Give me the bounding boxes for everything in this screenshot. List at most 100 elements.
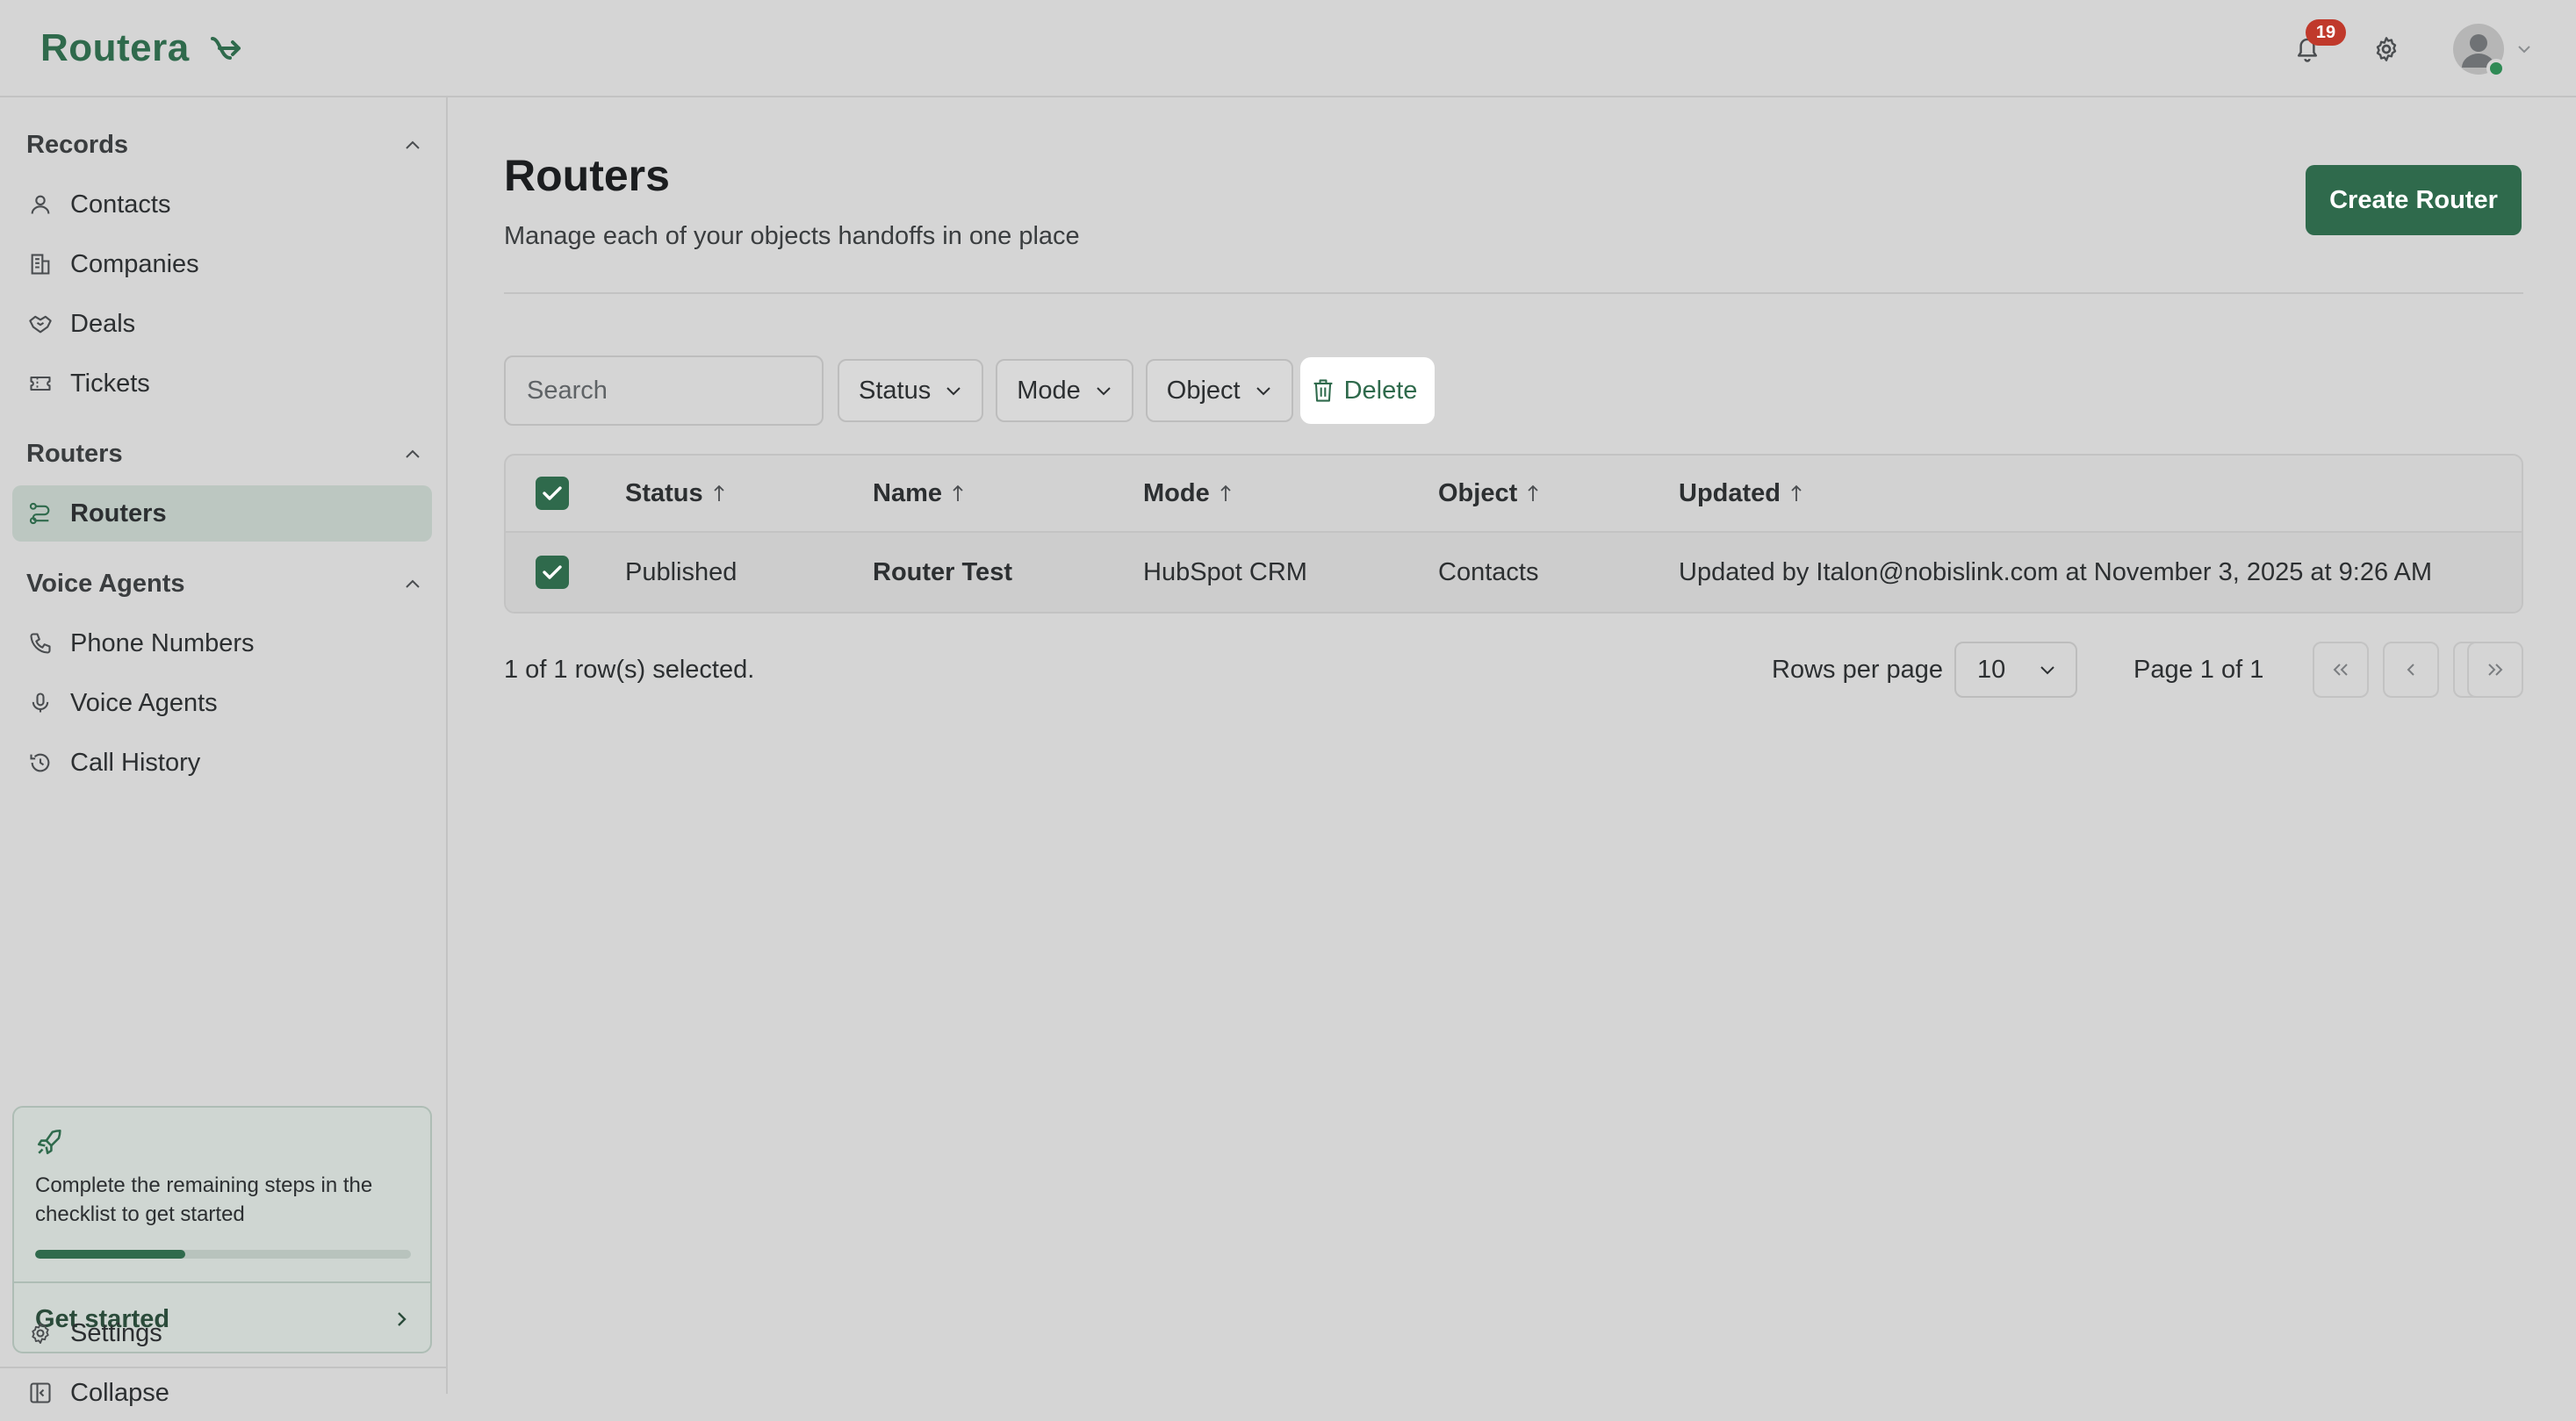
row-name-link[interactable]: Router Test <box>873 533 1012 612</box>
mode-filter-label: Mode <box>1017 376 1081 405</box>
table-row[interactable]: Published Router Test HubSpot CRM Contac… <box>506 533 2522 612</box>
page-subtitle: Manage each of your objects handoffs in … <box>504 222 1080 250</box>
last-page-button[interactable] <box>2467 642 2523 698</box>
checklist-message: Complete the remaining steps in the chec… <box>35 1173 373 1226</box>
sidebar-item-companies[interactable]: Companies <box>12 236 432 292</box>
online-status-dot <box>2486 59 2506 78</box>
first-page-button[interactable] <box>2313 642 2369 698</box>
chevrons-right-icon <box>2488 664 2503 676</box>
page-title: Routers <box>504 151 670 200</box>
delete-button[interactable]: Delete <box>1299 357 1436 424</box>
row-checkbox[interactable] <box>536 533 569 612</box>
chevron-down-icon <box>1256 387 1270 396</box>
column-updated-label: Updated <box>1679 478 1781 507</box>
sidebar-item-tickets[interactable]: Tickets <box>12 355 432 412</box>
routing-arrow-icon <box>210 37 241 60</box>
notifications-button[interactable]: 19 <box>2281 19 2346 75</box>
column-header-name[interactable]: Name <box>873 456 965 531</box>
chevron-up-icon <box>406 449 420 458</box>
page-info: Page 1 of 1 <box>2133 655 2264 684</box>
sort-arrow-up-icon <box>953 484 963 501</box>
row-status: Published <box>625 557 738 586</box>
header-divider <box>504 292 2523 294</box>
column-header-object[interactable]: Object <box>1438 456 1540 531</box>
column-header-status[interactable]: Status <box>625 456 726 531</box>
trash-icon <box>1313 379 1332 402</box>
column-name-label: Name <box>873 478 942 507</box>
table-header-row: Status Name Mode Object Updated <box>506 456 2522 533</box>
route-icon <box>26 499 54 527</box>
row-object: Contacts <box>1438 557 1539 586</box>
notification-count-badge: 19 <box>2306 19 2346 46</box>
rows-per-page-select[interactable]: 10 <box>1954 642 2077 698</box>
sidebar-item-label: Settings <box>70 1318 162 1347</box>
table-toolbar: Search Status Mode Object Delete <box>504 355 1436 426</box>
user-menu[interactable] <box>2453 24 2532 78</box>
sidebar-item-routers[interactable]: Routers <box>12 485 432 542</box>
chevron-down-icon <box>946 387 961 396</box>
column-header-mode[interactable]: Mode <box>1143 456 1233 531</box>
rows-per-page-label: Rows per page <box>1772 655 1944 684</box>
sidebar-item-call-history[interactable]: Call History <box>12 735 432 791</box>
selection-count: 1 of 1 row(s) selected. <box>504 655 755 684</box>
search-placeholder: Search <box>527 376 608 405</box>
section-voice-agents[interactable]: Voice Agents <box>26 566 421 601</box>
sidebar-item-settings[interactable]: Settings <box>12 1305 432 1361</box>
settings-button[interactable] <box>2360 23 2413 75</box>
gear-icon <box>2376 37 2397 61</box>
sidebar-item-label: Tickets <box>70 369 150 398</box>
sidebar-item-label: Phone Numbers <box>70 628 255 657</box>
create-router-button[interactable]: Create Router <box>2306 165 2522 235</box>
row-updated: Updated by Italon@nobislink.com at Novem… <box>1679 557 2433 586</box>
search-input[interactable]: Search <box>504 355 824 426</box>
status-filter-dropdown[interactable]: Status <box>838 359 984 422</box>
logo[interactable]: Routera <box>40 23 244 74</box>
chevron-left-icon <box>2407 664 2414 676</box>
chevron-up-icon <box>406 579 420 588</box>
section-routers[interactable]: Routers <box>26 436 421 471</box>
building-icon <box>26 250 54 278</box>
sidebar-item-label: Companies <box>70 249 199 278</box>
sort-arrow-up-icon <box>1220 484 1231 501</box>
checklist-progress-fill <box>35 1250 186 1259</box>
checkmark-icon <box>543 486 562 500</box>
chevron-up-icon <box>406 140 420 149</box>
chevron-down-icon <box>1097 387 1111 396</box>
object-filter-dropdown[interactable]: Object <box>1145 359 1293 422</box>
sidebar-item-contacts[interactable]: Contacts <box>12 176 432 233</box>
handshake-icon <box>26 310 54 338</box>
sort-arrow-up-icon <box>714 484 724 501</box>
status-filter-label: Status <box>859 376 932 405</box>
history-icon <box>26 749 54 777</box>
rows-per-page-value: 10 <box>1977 655 2006 684</box>
section-routers-label: Routers <box>26 439 123 468</box>
section-voice-agents-label: Voice Agents <box>26 569 185 598</box>
sidebar-item-label: Routers <box>70 499 167 527</box>
select-all-checkbox[interactable] <box>536 456 569 531</box>
sidebar-item-phone-numbers[interactable]: Phone Numbers <box>12 615 432 671</box>
column-header-updated[interactable]: Updated <box>1679 456 1803 531</box>
sidebar-item-collapse[interactable]: Collapse <box>12 1365 432 1421</box>
object-filter-label: Object <box>1166 376 1241 405</box>
rocket-icon <box>37 1129 61 1155</box>
chevron-down-icon <box>2040 666 2054 675</box>
sidebar-item-deals[interactable]: Deals <box>12 296 432 352</box>
ticket-icon <box>26 370 54 398</box>
sidebar-item-voice-agents[interactable]: Voice Agents <box>12 675 432 731</box>
user-icon <box>26 190 54 219</box>
previous-page-button[interactable] <box>2383 642 2439 698</box>
logo-text: Routera <box>40 26 190 69</box>
checkmark-icon <box>543 565 562 579</box>
column-status-label: Status <box>625 478 703 507</box>
row-mode: HubSpot CRM <box>1143 557 1307 586</box>
mode-filter-dropdown[interactable]: Mode <box>996 359 1133 422</box>
avatar <box>2453 24 2506 78</box>
gear-icon <box>26 1319 54 1347</box>
section-records[interactable]: Records <box>26 127 421 162</box>
sidebar-item-label: Deals <box>70 309 136 338</box>
section-records-label: Records <box>26 130 129 159</box>
sort-arrow-up-icon <box>1791 484 1802 501</box>
microphone-icon <box>26 689 54 717</box>
table-pagination: 1 of 1 row(s) selected. Rows per page 10… <box>504 642 2523 698</box>
main-content: Routers Manage each of your objects hand… <box>450 97 2576 1394</box>
